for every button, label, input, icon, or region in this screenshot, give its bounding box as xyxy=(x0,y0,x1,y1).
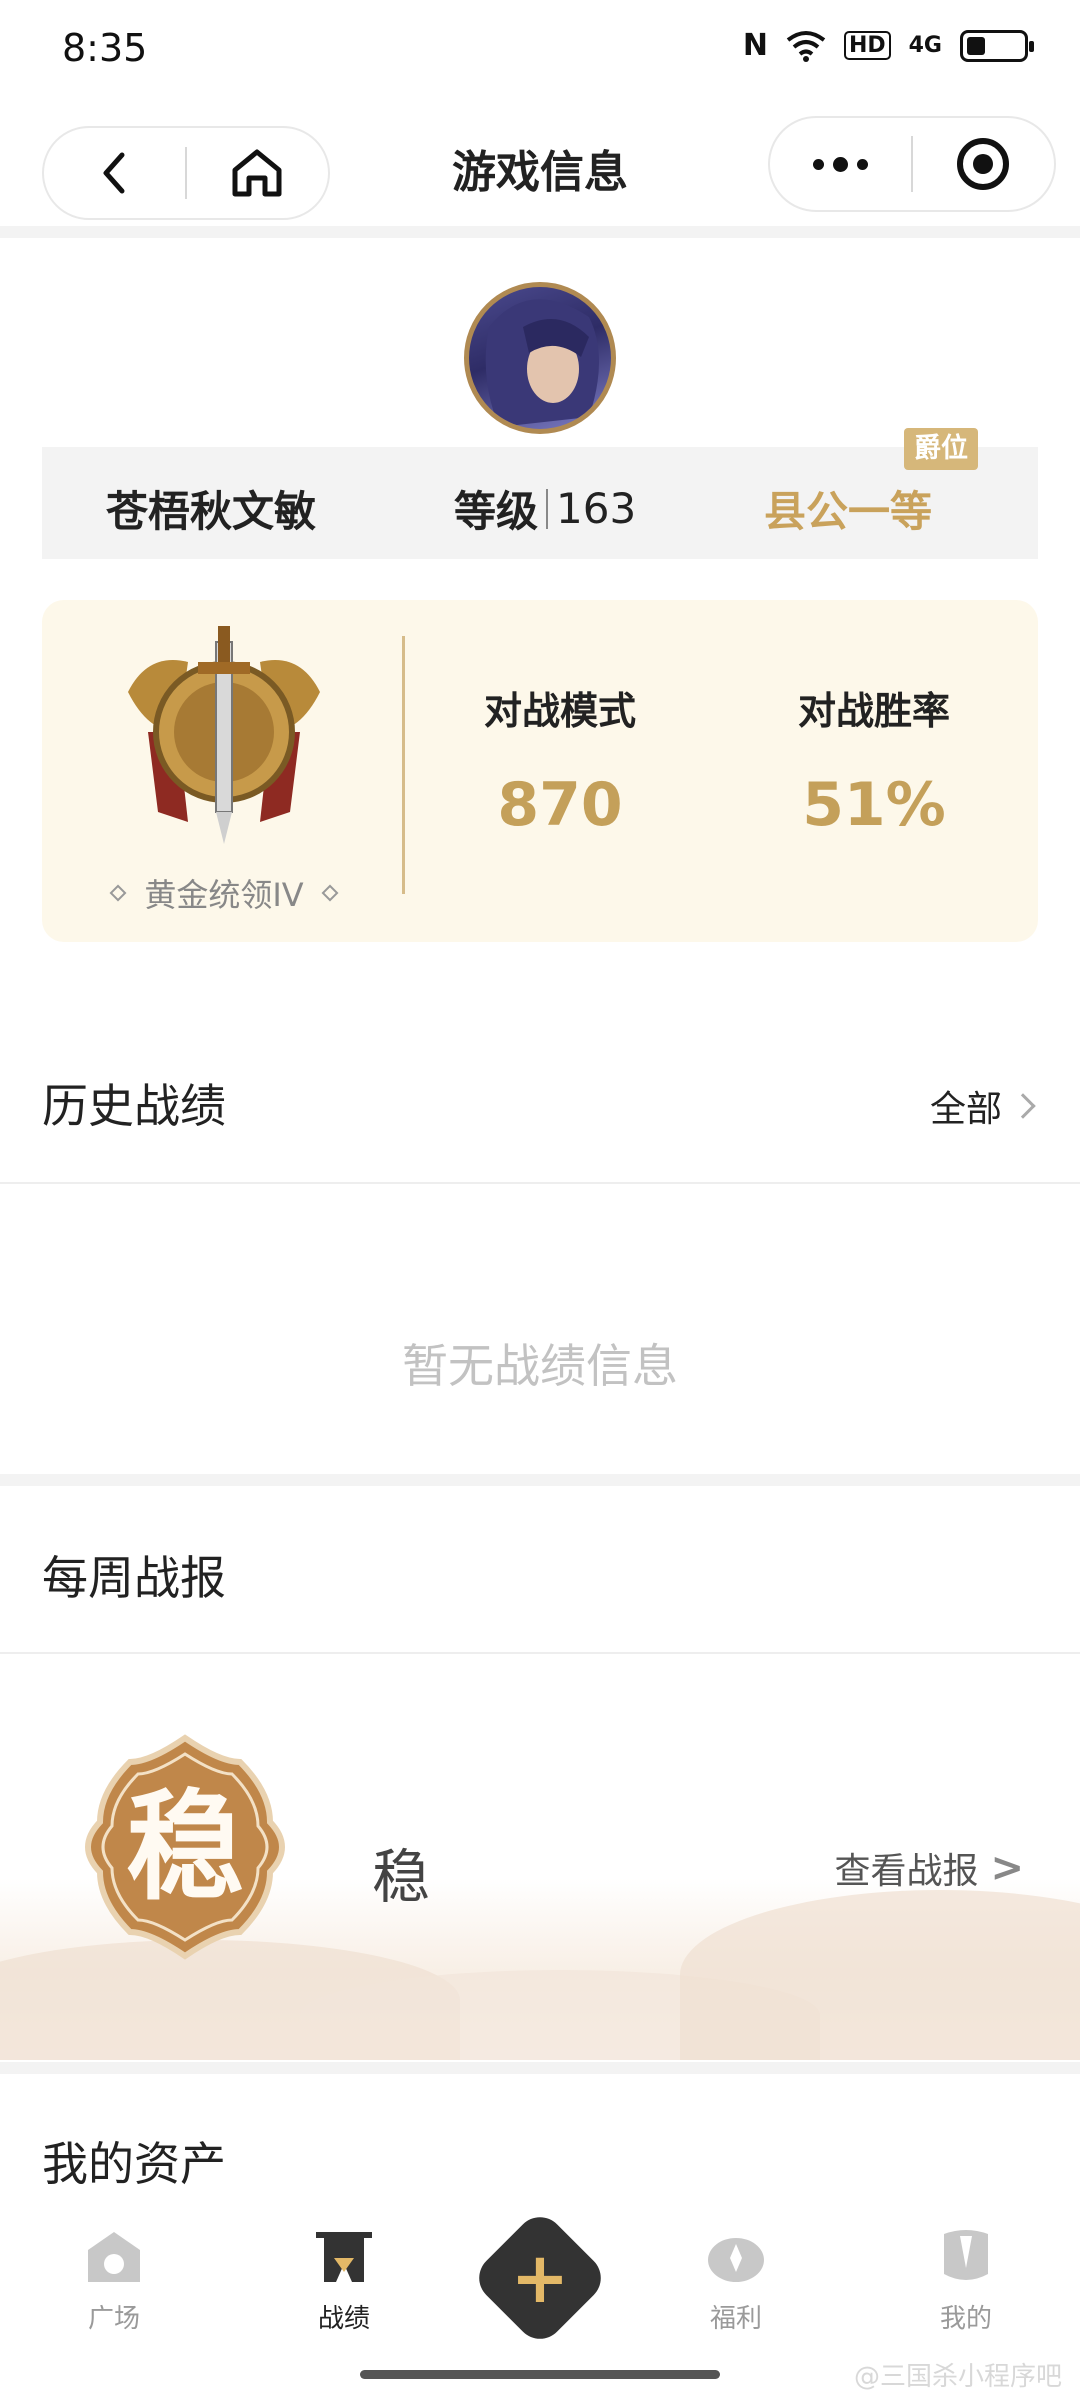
player-level: 等级 163 xyxy=(454,478,636,539)
watermark: @三国杀小程序吧 xyxy=(853,2362,1062,2392)
more-button[interactable] xyxy=(770,118,911,210)
view-report-label: 查看战报 xyxy=(834,1851,979,1892)
wifi-icon xyxy=(786,30,826,62)
stat-winrate-label: 对战胜率 xyxy=(797,689,950,733)
plaza-icon xyxy=(88,2232,140,2282)
level-label: 等级 xyxy=(454,487,539,536)
home-indicator[interactable] xyxy=(360,2370,720,2379)
card-divider xyxy=(402,636,405,894)
tab-welfare[interactable]: 福利 xyxy=(656,2228,816,2335)
status-time: 8:35 xyxy=(62,26,148,70)
nfc-icon: N xyxy=(742,28,768,63)
weekly-divider xyxy=(0,1652,1080,1654)
stat-mode-label: 对战模式 xyxy=(483,689,636,733)
plus-icon: + xyxy=(510,2237,570,2319)
weekly-word: 稳 xyxy=(372,1843,431,1911)
assets-title: 我的资产 xyxy=(42,2137,226,2191)
rank-title: 县公一等 xyxy=(764,487,933,536)
tab-record-label: 战绩 xyxy=(317,2304,370,2334)
history-empty-text: 暂无战绩信息 xyxy=(402,1339,678,1393)
tab-plaza-label: 广场 xyxy=(87,2304,140,2334)
history-see-all-link[interactable]: 全部 xyxy=(929,1080,1036,1132)
tier-name-label: 黄金统领IV xyxy=(144,876,304,914)
nav-capsule-right xyxy=(768,116,1056,212)
tab-welfare-label: 福利 xyxy=(709,2304,762,2334)
avatar-portrait xyxy=(485,299,599,427)
tab-mine[interactable]: 我的 xyxy=(886,2228,1046,2335)
profile-icon xyxy=(944,2230,988,2280)
battery-icon xyxy=(960,29,1034,62)
player-name: 苍梧秋文敏 xyxy=(106,487,317,536)
rank-badge: 爵位 xyxy=(904,428,978,470)
tab-plaza[interactable]: 广场 xyxy=(34,2228,194,2335)
header-divider xyxy=(0,226,1080,238)
section-separator xyxy=(0,1474,1080,1486)
record-icon xyxy=(316,2232,372,2282)
section-separator xyxy=(0,2062,1080,2074)
hd-icon: HD xyxy=(843,31,891,60)
weekly-seal-char: 稳 xyxy=(125,1777,244,1916)
history-title: 历史战绩 xyxy=(42,1079,226,1133)
signal-icon: 4G xyxy=(908,33,942,58)
weekly-title: 每周战报 xyxy=(42,1551,226,1605)
history-divider xyxy=(0,1182,1080,1184)
stat-winrate-value: 51% xyxy=(802,770,946,840)
status-icons: N HD 4G xyxy=(742,28,1034,63)
tab-record[interactable]: 战绩 xyxy=(264,2228,424,2335)
view-report-link[interactable]: 查看战报 > xyxy=(834,1842,1024,1894)
double-chevron-icon: > xyxy=(990,1845,1024,1891)
chevron-right-icon xyxy=(1010,1093,1036,1119)
diamond-icon xyxy=(321,884,339,902)
stat-mode-value: 870 xyxy=(497,770,623,840)
tier-name: 黄金统领IV xyxy=(96,870,352,916)
diamond-icon xyxy=(109,884,127,902)
more-icon xyxy=(813,156,868,172)
see-all-label: 全部 xyxy=(929,1089,1002,1130)
tier-emblem-icon xyxy=(128,626,320,844)
avatar[interactable] xyxy=(464,282,616,434)
level-value: 163 xyxy=(556,484,637,533)
tab-mine-label: 我的 xyxy=(939,2304,992,2334)
welfare-icon xyxy=(708,2238,764,2282)
target-icon xyxy=(957,138,1010,190)
close-miniprogram-button[interactable] xyxy=(913,118,1054,210)
